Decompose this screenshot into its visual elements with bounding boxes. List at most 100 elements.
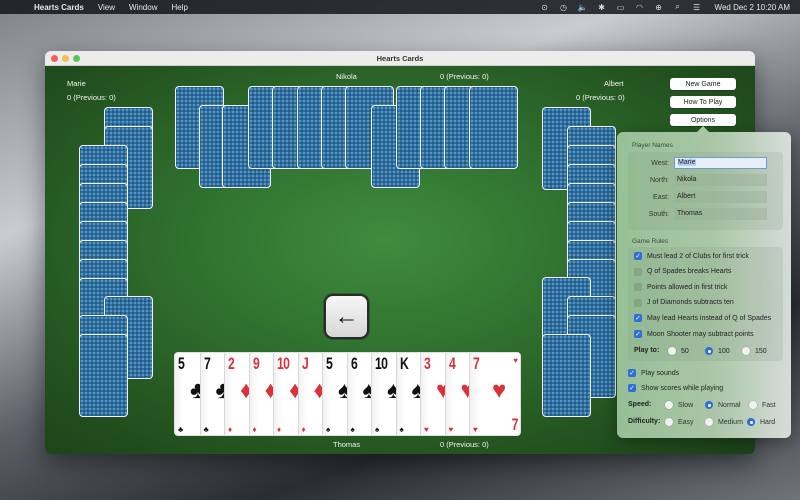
difficulty-row: Difficulty: xyxy=(628,418,660,425)
play-circle-icon[interactable]: ⊙ xyxy=(540,3,550,12)
close-button[interactable] xyxy=(51,55,58,62)
menu-bar: Hearts Cards View Window Help ⊙ ◷ 🔈 ✱ ▭ ◠ ⊕ ⌕ ☰ W… xyxy=(0,0,800,14)
radio-button[interactable] xyxy=(742,347,750,355)
pass-cards-arrow-button[interactable]: ← xyxy=(324,294,369,339)
east-name-row: East: Albert xyxy=(628,191,767,203)
rule-checkbox[interactable] xyxy=(634,283,642,292)
rule-label: Must lead 2 of Clubs for first trick xyxy=(647,252,749,260)
rule-checkbox-row[interactable]: Q of Spades breaks Hearts xyxy=(634,267,731,276)
play-to-option-50[interactable]: 50 xyxy=(668,347,689,355)
search-icon[interactable]: ⌕ xyxy=(673,2,683,12)
card-suit-small-icon: ♦ xyxy=(228,425,233,434)
radio-button[interactable] xyxy=(665,401,673,409)
rule-checkbox[interactable] xyxy=(634,298,642,307)
how-to-play-button[interactable]: How To Play xyxy=(670,96,736,108)
play-to-row: Play to: xyxy=(634,347,659,354)
arrow-left-icon: ← xyxy=(334,302,359,330)
title-bar: Hearts Cards xyxy=(45,51,755,66)
difficulty-option-easy[interactable]: Easy xyxy=(665,418,694,426)
minimize-button[interactable] xyxy=(62,55,69,62)
west-player-score: 0 (Previous: 0) xyxy=(67,93,116,102)
options-button[interactable]: Options xyxy=(670,114,736,126)
card-rank: 10 xyxy=(277,354,290,373)
east-card-back xyxy=(542,334,591,417)
card-rank: 2 xyxy=(228,354,235,373)
menu-view[interactable]: View xyxy=(98,3,115,12)
west-card-back xyxy=(79,334,128,417)
card-rank: 9 xyxy=(252,354,260,373)
user-icon[interactable]: ⊕ xyxy=(654,3,664,12)
west-name-input[interactable]: Marie xyxy=(674,157,767,169)
west-name-row: West: Marie xyxy=(628,157,767,169)
north-name-label: North: xyxy=(649,176,669,184)
rule-checkbox[interactable]: ✓ xyxy=(634,314,642,323)
north-player-score: 0 (Previous: 0) xyxy=(440,72,489,81)
card-suit-small-icon: ♦ xyxy=(301,425,306,434)
card-suit-small-icon: ♣ xyxy=(203,425,209,434)
clock[interactable]: Wed Dec 2 10:20 AM xyxy=(715,3,790,12)
south-name-input[interactable]: Thomas xyxy=(674,208,767,220)
radio-button[interactable] xyxy=(749,401,757,409)
rule-checkbox-row[interactable]: J of Diamonds subtracts ten xyxy=(634,298,734,307)
menu-window[interactable]: Window xyxy=(129,3,157,12)
show-scores-checkbox-row[interactable]: ✓ Show scores while playing xyxy=(628,384,723,392)
radio-label: Easy xyxy=(678,418,694,426)
card-corner-suit-icon: ♥ xyxy=(513,356,518,365)
south-name-row: South: Thomas xyxy=(628,208,767,220)
rule-checkbox-row[interactable]: Points allowed in first trick xyxy=(634,283,728,292)
radio-label: Slow xyxy=(678,401,694,409)
options-popover: Player Names West: Marie North: Nikola E… xyxy=(617,126,791,438)
hand-card[interactable]: 7 ♥ ♥ ♥ 7 xyxy=(469,353,520,435)
wifi-icon[interactable]: ◠ xyxy=(635,3,645,12)
show-scores-checkbox[interactable]: ✓ xyxy=(628,384,636,392)
radio-button[interactable] xyxy=(747,418,755,426)
play-to-option-100[interactable]: 100 xyxy=(705,347,730,355)
card-suit-small-icon: ♣ xyxy=(178,425,184,434)
control-center-icon[interactable]: ☰ xyxy=(692,3,702,12)
card-suit-small-icon: ♥ xyxy=(448,425,454,434)
card-suit-small-icon: ♦ xyxy=(252,425,257,434)
radio-label: 150 xyxy=(755,347,767,355)
window-title: Hearts Cards xyxy=(376,53,424,63)
speed-option-normal[interactable]: Normal xyxy=(705,401,741,409)
card-corner-rank: 7 xyxy=(511,415,518,434)
time-machine-icon[interactable]: ◷ xyxy=(559,3,569,12)
card-suit-small-icon: ♠ xyxy=(350,425,355,434)
difficulty-option-hard[interactable]: Hard xyxy=(747,418,775,426)
rule-label: Points allowed in first trick xyxy=(647,283,728,291)
rule-checkbox-row[interactable]: ✓ Must lead 2 of Clubs for first trick xyxy=(634,252,749,260)
difficulty-option-medium[interactable]: Medium xyxy=(705,418,743,426)
bluetooth-icon[interactable]: ✱ xyxy=(597,3,607,12)
speed-option-fast[interactable]: Fast xyxy=(749,401,776,409)
radio-button[interactable] xyxy=(705,418,713,426)
north-name-input[interactable]: Nikola xyxy=(674,174,767,186)
west-player-name: Marie xyxy=(67,79,86,88)
volume-icon[interactable]: 🔈 xyxy=(578,3,588,12)
east-name-input[interactable]: Albert xyxy=(674,191,767,203)
play-to-option-150[interactable]: 150 xyxy=(742,347,767,355)
card-rank: 3 xyxy=(424,354,431,373)
menu-app[interactable]: Hearts Cards xyxy=(34,3,84,12)
menu-help[interactable]: Help xyxy=(171,3,187,12)
card-suit-small-icon: ♦ xyxy=(277,425,282,434)
speed-label: Speed: xyxy=(628,401,652,408)
card-rank: K xyxy=(399,354,409,373)
play-sounds-checkbox-row[interactable]: ✓ Play sounds xyxy=(628,369,679,377)
play-sounds-checkbox[interactable]: ✓ xyxy=(628,369,636,377)
radio-button[interactable] xyxy=(705,347,713,355)
game-rules-heading: Game Rules xyxy=(632,238,669,245)
rule-checkbox[interactable]: ✓ xyxy=(634,330,642,338)
battery-icon[interactable]: ▭ xyxy=(616,3,626,12)
rule-checkbox[interactable] xyxy=(634,267,642,276)
play-to-label: Play to: xyxy=(634,347,660,354)
radio-button[interactable] xyxy=(665,418,673,426)
radio-button[interactable] xyxy=(705,401,713,409)
rule-checkbox-row[interactable]: ✓ Moon Shooter may subtract points xyxy=(634,330,754,338)
new-game-button[interactable]: New Game xyxy=(670,78,736,90)
zoom-button[interactable] xyxy=(73,55,80,62)
rule-checkbox-row[interactable]: ✓ May lead Hearts instead of Q of Spades xyxy=(634,314,771,323)
card-rank: 7 xyxy=(203,354,211,373)
rule-checkbox[interactable]: ✓ xyxy=(634,252,642,260)
speed-option-slow[interactable]: Slow xyxy=(665,401,693,409)
radio-button[interactable] xyxy=(668,347,676,355)
